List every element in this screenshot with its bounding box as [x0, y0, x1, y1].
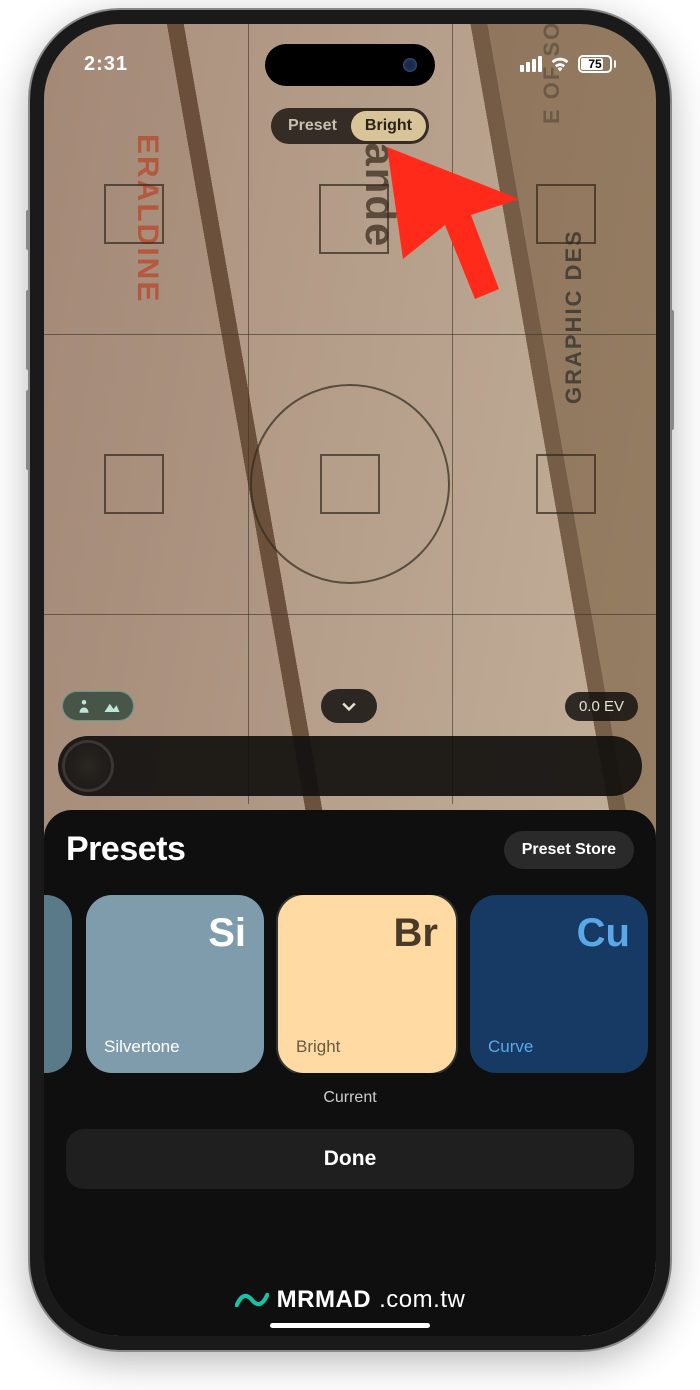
preset-card-prev[interactable]	[44, 895, 72, 1073]
subject-mode-toggle[interactable]	[62, 691, 134, 721]
preset-card-silvertone[interactable]: Si Silvertone	[86, 895, 264, 1073]
preset-store-button[interactable]: Preset Store	[504, 831, 634, 869]
phone-power-button	[670, 310, 674, 430]
person-icon	[75, 697, 93, 715]
cellular-icon	[520, 56, 542, 72]
watermark-domain: .com.tw	[379, 1286, 465, 1314]
preset-name: Bright	[296, 1037, 438, 1057]
status-time: 2:31	[84, 53, 128, 76]
watermark-logo-icon	[235, 1288, 269, 1312]
focus-marker	[536, 184, 596, 244]
center-focus-ring[interactable]	[250, 384, 450, 584]
dynamic-island	[265, 44, 435, 86]
bg-text: GRAPHIC DES	[561, 229, 587, 404]
preset-carousel[interactable]: Si Silvertone Br Bright Cu Curve	[44, 895, 656, 1073]
focus-marker	[104, 184, 164, 244]
sheet-title: Presets	[66, 830, 185, 869]
watermark: MRMAD .com.tw	[44, 1286, 656, 1314]
current-preset-label: Current	[66, 1089, 634, 1107]
focus-marker	[104, 454, 164, 514]
center-focus-square	[320, 454, 380, 514]
preset-symbol: Si	[208, 911, 246, 956]
mode-toggle[interactable]: Preset Bright	[271, 108, 429, 144]
presets-sheet: Presets Preset Store Si Silvertone Br Br…	[44, 810, 656, 1336]
preset-symbol: Br	[394, 911, 438, 956]
battery-icon: 75	[578, 55, 616, 73]
phone-volume-down	[26, 390, 30, 470]
wifi-icon	[550, 56, 570, 72]
preset-name: Silvertone	[104, 1037, 246, 1057]
phone-frame: ERALDINE rande GRAPHIC DES E OF SOAKI 2:…	[30, 10, 670, 1350]
done-button[interactable]: Done	[66, 1129, 634, 1189]
preset-card-bright[interactable]: Br Bright	[278, 895, 456, 1073]
slider-knob[interactable]	[62, 740, 114, 792]
phone-side-button	[26, 210, 30, 250]
preset-card-curve[interactable]: Cu Curve	[470, 895, 648, 1073]
focus-marker	[319, 184, 389, 254]
landscape-icon	[103, 697, 121, 715]
adjustment-slider[interactable]	[58, 736, 642, 796]
collapse-button[interactable]	[321, 689, 377, 723]
mode-preset-segment[interactable]: Preset	[274, 111, 351, 141]
screen: ERALDINE rande GRAPHIC DES E OF SOAKI 2:…	[44, 24, 656, 1336]
preset-symbol: Cu	[577, 911, 630, 956]
chevron-down-icon	[339, 696, 359, 716]
exposure-value[interactable]: 0.0 EV	[565, 692, 638, 721]
home-indicator[interactable]	[270, 1323, 430, 1328]
phone-volume-up	[26, 290, 30, 370]
camera-controls-row: 0.0 EV	[44, 684, 656, 728]
watermark-brand: MRMAD	[277, 1286, 371, 1314]
focus-marker	[536, 454, 596, 514]
preset-name: Curve	[488, 1037, 630, 1057]
mode-bright-segment[interactable]: Bright	[351, 111, 426, 141]
